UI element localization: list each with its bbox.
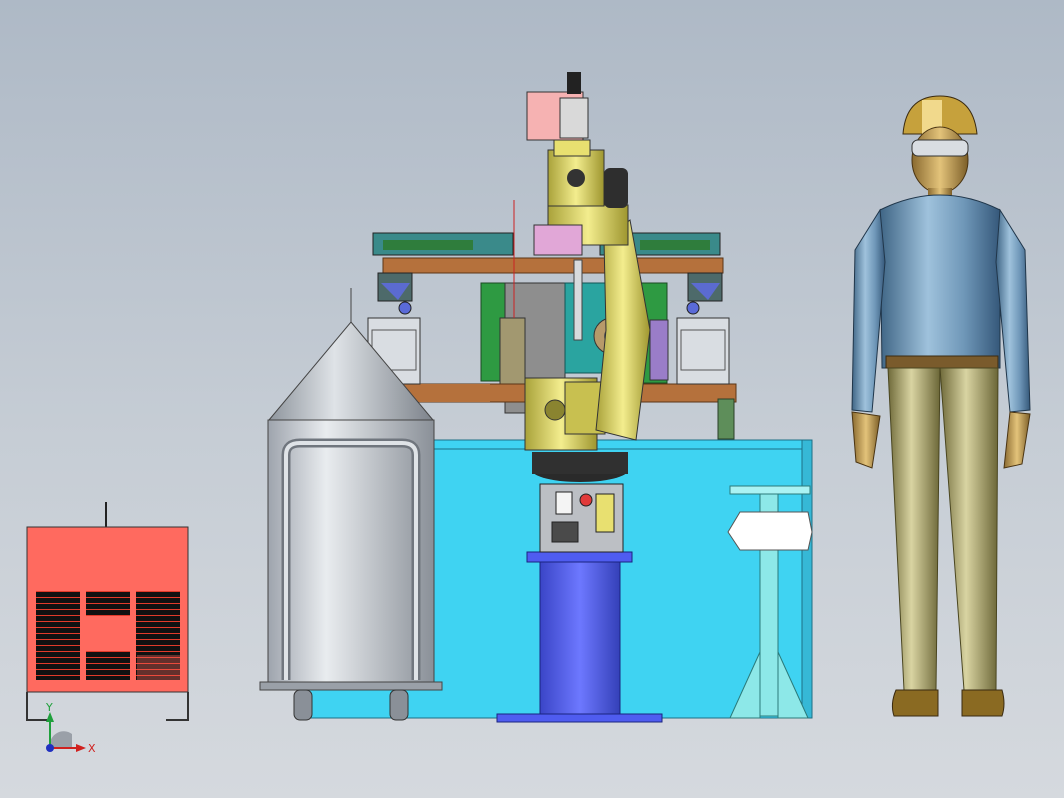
cad-scene: X Y	[26, 72, 1031, 755]
coordinate-triad: X Y	[45, 701, 96, 755]
x-axis-label: X	[88, 742, 96, 755]
y-axis-label: Y	[45, 701, 53, 714]
robot-base	[532, 452, 628, 553]
cad-viewport: X Y	[0, 0, 1064, 798]
welder-power-source	[26, 502, 189, 721]
caster-wheel	[293, 689, 313, 721]
human-figure	[851, 95, 1031, 717]
cooling-fins	[36, 591, 80, 680]
